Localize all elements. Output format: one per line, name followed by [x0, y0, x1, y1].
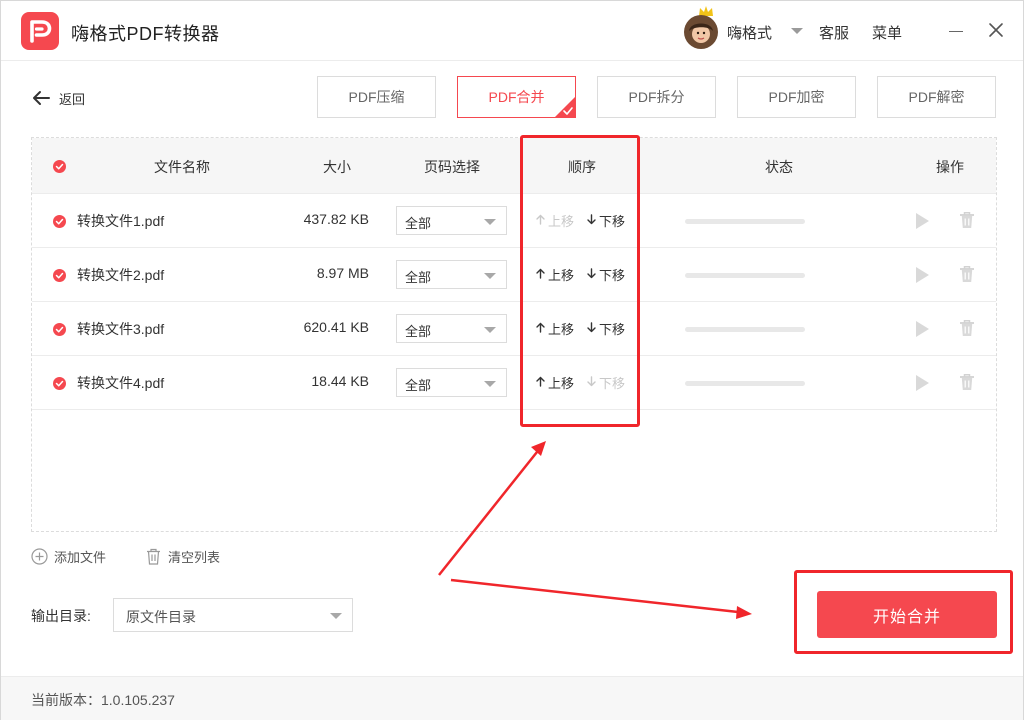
file-table: 文件名称 大小 页码选择 顺序 状态 操作 转换文件1.pdf 437.82 KB…	[31, 137, 997, 532]
file-size: 620.41 KB	[303, 319, 369, 335]
status-progress-bar	[685, 219, 805, 224]
header-page-select: 页码选择	[424, 159, 480, 175]
table-row: 转换文件1.pdf 437.82 KB 全部 上移 下移	[32, 194, 996, 248]
table-row: 转换文件2.pdf 8.97 MB 全部 上移 下移	[32, 248, 996, 302]
app-logo-icon	[21, 12, 59, 50]
add-file-button[interactable]: 添加文件	[31, 547, 106, 566]
table-row: 转换文件3.pdf 620.41 KB 全部 上移 下移	[32, 302, 996, 356]
check-icon	[554, 96, 576, 118]
page-range-select[interactable]: 全部	[396, 206, 507, 235]
status-progress-bar	[685, 381, 805, 386]
tab-pdf-merge[interactable]: PDF合并	[457, 76, 576, 118]
row-checkbox[interactable]	[53, 215, 66, 228]
page-range-select[interactable]: 全部	[396, 260, 507, 289]
user-name[interactable]: 嗨格式	[727, 22, 772, 43]
arrow-left-icon	[33, 91, 50, 105]
minimize-icon[interactable]	[949, 31, 963, 32]
output-dir-label: 输出目录:	[31, 608, 91, 624]
chevron-down-icon	[484, 381, 496, 387]
play-icon[interactable]	[914, 374, 930, 392]
chevron-down-icon[interactable]	[791, 28, 803, 34]
page-range-value: 全部	[405, 216, 432, 231]
output-dir-value: 原文件目录	[126, 609, 196, 625]
trash-icon[interactable]	[959, 211, 975, 229]
trash-icon[interactable]	[959, 265, 975, 283]
close-icon[interactable]	[987, 21, 1005, 39]
file-name: 转换文件4.pdf	[77, 375, 165, 391]
menu-link[interactable]: 菜单	[872, 22, 902, 43]
row-checkbox[interactable]	[53, 269, 66, 282]
page-range-value: 全部	[405, 324, 432, 339]
file-size: 18.44 KB	[311, 373, 369, 389]
output-dir-select[interactable]: 原文件目录	[113, 598, 353, 632]
annotation-box-order	[520, 135, 640, 427]
annotation-box-start	[794, 570, 1013, 654]
trash-icon[interactable]	[959, 373, 975, 391]
table-row: 转换文件4.pdf 18.44 KB 全部 上移 下移	[32, 356, 996, 410]
tab-pdf-split[interactable]: PDF拆分	[597, 76, 716, 118]
clear-list-label: 清空列表	[168, 550, 221, 565]
page-range-select[interactable]: 全部	[396, 368, 507, 397]
play-icon[interactable]	[914, 266, 930, 284]
add-file-label: 添加文件	[54, 550, 107, 565]
file-size: 437.82 KB	[303, 211, 369, 227]
row-checkbox[interactable]	[53, 377, 66, 390]
plus-circle-icon	[31, 548, 48, 565]
header-file-name: 文件名称	[154, 159, 210, 175]
chevron-down-icon	[484, 273, 496, 279]
file-size: 8.97 MB	[316, 265, 369, 281]
clear-list-button[interactable]: 清空列表	[146, 547, 220, 566]
tab-pdf-decrypt[interactable]: PDF解密	[877, 76, 996, 118]
footer: 当前版本：1.0.105.237	[1, 676, 1023, 720]
back-button[interactable]: 返回	[31, 87, 85, 109]
file-name: 转换文件3.pdf	[77, 321, 165, 337]
page-range-value: 全部	[405, 378, 432, 393]
status-progress-bar	[685, 327, 805, 332]
header-size: 大小	[323, 159, 351, 175]
trash-icon[interactable]	[959, 319, 975, 337]
title-bar: 嗨格式PDF转换器 嗨格式 客服 菜单	[1, 1, 1023, 61]
page-range-value: 全部	[405, 270, 432, 285]
file-name: 转换文件1.pdf	[77, 213, 165, 229]
chevron-down-icon	[484, 327, 496, 333]
select-all-checkbox[interactable]	[53, 160, 66, 173]
version-text: 当前版本：1.0.105.237	[31, 692, 175, 708]
chevron-down-icon	[330, 613, 342, 619]
trash-icon	[147, 548, 160, 565]
header-actions: 操作	[936, 159, 964, 175]
file-name: 转换文件2.pdf	[77, 267, 165, 283]
header-status: 状态	[765, 159, 793, 175]
page-range-select[interactable]: 全部	[396, 314, 507, 343]
tab-pdf-compress[interactable]: PDF压缩	[317, 76, 436, 118]
back-label: 返回	[59, 91, 86, 107]
avatar[interactable]	[684, 15, 718, 49]
app-title: 嗨格式PDF转换器	[71, 24, 220, 44]
tab-pdf-encrypt[interactable]: PDF加密	[737, 76, 856, 118]
play-icon[interactable]	[914, 320, 930, 338]
table-header: 文件名称 大小 页码选择 顺序 状态 操作	[32, 138, 996, 194]
customer-service-link[interactable]: 客服	[819, 22, 849, 43]
chevron-down-icon	[484, 219, 496, 225]
status-progress-bar	[685, 273, 805, 278]
play-icon[interactable]	[914, 212, 930, 230]
row-checkbox[interactable]	[53, 323, 66, 336]
tab-pdf-merge-label: PDF合并	[488, 89, 545, 105]
